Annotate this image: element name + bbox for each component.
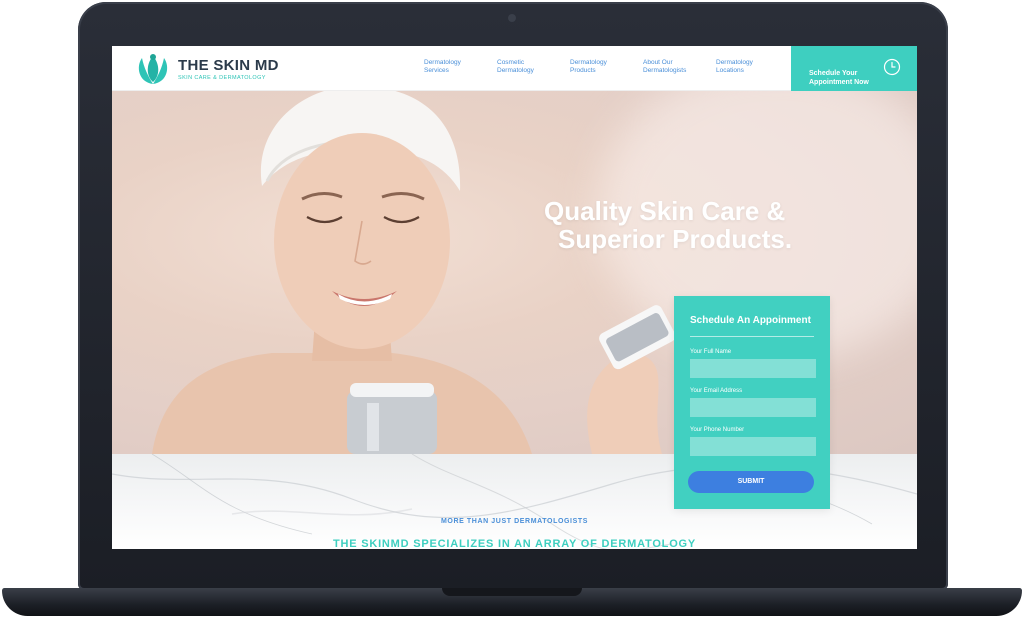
email-field[interactable] — [690, 398, 816, 417]
webcam — [508, 14, 516, 22]
nav-item-dermatology-products[interactable]: Dermatology Products — [570, 59, 643, 75]
laptop-notch — [442, 588, 582, 596]
form-title: Schedule An Appoinment — [690, 315, 811, 326]
logo[interactable]: THE SKIN MD SKIN CARE & DERMATOLOGY — [134, 52, 279, 86]
brand-tagline: SKIN CARE & DERMATOLOGY — [178, 74, 266, 81]
nav-item-dermatology-services[interactable]: Dermatology Services — [424, 59, 497, 75]
hero-headline: Quality Skin Care & Superior Products. — [544, 197, 792, 253]
full-name-label: Your Full Name — [690, 349, 732, 355]
hero-headline-line1: Quality Skin Care & — [544, 196, 786, 226]
clock-icon — [883, 58, 901, 76]
nav-item-dermatology-locations[interactable]: Dermatology Locations — [716, 59, 789, 75]
form-divider — [690, 336, 814, 337]
phone-field[interactable] — [690, 437, 816, 456]
submit-button[interactable]: SUBMIT — [688, 471, 814, 493]
full-name-field[interactable] — [690, 359, 816, 378]
email-label: Your Email Address — [690, 388, 743, 394]
nav-item-cosmetic-dermatology[interactable]: Cosmetic Dermatology — [497, 59, 570, 75]
hero-model-image — [152, 91, 676, 454]
section-heading: THE SKINMD SPECIALIZES IN AN ARRAY OF DE… — [332, 538, 697, 549]
brand-name: THE SKIN MD — [178, 56, 279, 74]
leaf-logo-icon — [138, 54, 168, 84]
header-nav: THE SKIN MD SKIN CARE & DERMATOLOGY Derm… — [112, 46, 917, 91]
schedule-appointment-button[interactable]: Schedule Your Appointment Now — [791, 46, 917, 91]
nav-item-about-dermatologists[interactable]: About Our Dermatologists — [643, 59, 716, 75]
cta-label: Schedule Your Appointment Now — [809, 70, 869, 86]
appointment-form: Schedule An Appoinment Your Full Name Yo… — [674, 296, 830, 509]
laptop-base — [2, 588, 1022, 616]
hero-headline-line2: Superior Products. — [558, 224, 793, 254]
website-screen: THE SKIN MD SKIN CARE & DERMATOLOGY Derm… — [112, 46, 917, 549]
phone-label: Your Phone Number — [690, 427, 745, 433]
nav-menu: Dermatology Services Cosmetic Dermatolog… — [424, 59, 789, 75]
section-eyebrow: MORE THAN JUST DERMATOLOGISTS — [440, 518, 589, 525]
